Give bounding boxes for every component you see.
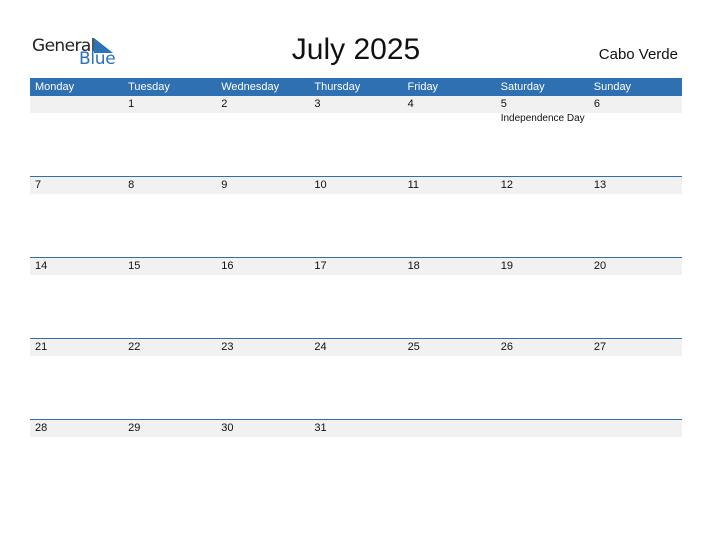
weekday-friday: Friday <box>407 81 439 93</box>
day-cell: 17 <box>309 258 402 339</box>
weekday-header: Monday Tuesday Wednesday Thursday Friday… <box>30 78 682 96</box>
day-cell: 7 <box>30 177 123 258</box>
day-number: 7 <box>35 179 42 191</box>
day-number: 15 <box>128 260 141 272</box>
day-cell: 19 <box>496 258 589 339</box>
day-number: 9 <box>221 179 228 191</box>
day-cell: 2 <box>216 96 309 177</box>
day-cell: 14 <box>30 258 123 339</box>
day-cell: 10 <box>309 177 402 258</box>
weekday-tuesday: Tuesday <box>128 81 170 93</box>
week-row: 21 22 23 24 25 26 27 <box>30 338 682 420</box>
day-cell: 26 <box>496 339 589 420</box>
day-number: 3 <box>314 98 321 110</box>
day-number: 5 <box>500 98 507 110</box>
day-number: 29 <box>128 422 141 434</box>
day-number: 18 <box>407 260 420 272</box>
day-number: 13 <box>593 179 607 191</box>
week-row: 14 15 16 17 18 19 20 <box>30 257 682 339</box>
day-cell <box>403 420 496 501</box>
week-row: 1 2 3 4 5 Independence Day 6 <box>30 96 682 177</box>
weekday-saturday: Saturday <box>500 81 545 93</box>
day-number: 16 <box>221 260 234 272</box>
day-cell: 8 <box>123 177 216 258</box>
weekday-sunday: Sunday <box>593 81 632 93</box>
day-number: 11 <box>407 179 419 191</box>
day-number: 17 <box>314 260 327 272</box>
day-cell <box>589 420 682 501</box>
holiday-label: Independence Day <box>500 113 585 124</box>
country-label: Cabo Verde <box>598 46 678 63</box>
day-cell: 23 <box>216 339 309 420</box>
weekday-wednesday: Wednesday <box>221 81 280 93</box>
day-cell: 11 <box>403 177 496 258</box>
day-cell <box>30 96 123 177</box>
week-row: 7 8 9 10 11 12 13 <box>30 176 682 258</box>
day-cell: 28 <box>30 420 123 501</box>
day-number: 23 <box>221 341 234 353</box>
weekday-monday: Monday <box>35 81 75 93</box>
day-number: 2 <box>221 98 228 110</box>
day-number: 24 <box>314 341 327 353</box>
day-number: 19 <box>500 260 513 272</box>
day-cell: 13 <box>589 177 682 258</box>
day-cell: 5 Independence Day <box>496 96 589 177</box>
day-cell <box>496 420 589 501</box>
day-cell: 30 <box>216 420 309 501</box>
day-number: 25 <box>407 341 420 353</box>
day-number: 20 <box>593 260 607 272</box>
day-cell: 6 <box>589 96 682 177</box>
day-cell: 31 <box>309 420 402 501</box>
day-cell: 25 <box>403 339 496 420</box>
day-number: 1 <box>128 98 135 110</box>
day-number: 12 <box>500 179 513 191</box>
day-number: 27 <box>593 341 607 353</box>
day-cell: 4 <box>403 96 496 177</box>
day-cell: 24 <box>309 339 402 420</box>
day-cell: 15 <box>123 258 216 339</box>
day-cell: 21 <box>30 339 123 420</box>
day-number: 14 <box>35 260 48 272</box>
day-cell: 22 <box>123 339 216 420</box>
day-number: 10 <box>314 179 327 191</box>
day-number: 30 <box>221 422 234 434</box>
day-cell: 1 <box>123 96 216 177</box>
day-cell: 20 <box>589 258 682 339</box>
day-cell: 29 <box>123 420 216 501</box>
day-number: 31 <box>314 422 327 434</box>
day-cell: 3 <box>309 96 402 177</box>
day-cell: 27 <box>589 339 682 420</box>
week-row: 28 29 30 31 <box>30 419 682 501</box>
day-number: 26 <box>500 341 513 353</box>
day-number: 4 <box>407 98 414 110</box>
day-number: 6 <box>593 98 600 110</box>
day-number: 28 <box>35 422 48 434</box>
day-number: 8 <box>128 179 135 191</box>
day-cell: 18 <box>403 258 496 339</box>
day-cell: 16 <box>216 258 309 339</box>
day-cell: 12 <box>496 177 589 258</box>
day-number: 22 <box>128 341 141 353</box>
day-cell: 9 <box>216 177 309 258</box>
weekday-thursday: Thursday <box>314 81 361 93</box>
day-number: 21 <box>35 341 48 353</box>
